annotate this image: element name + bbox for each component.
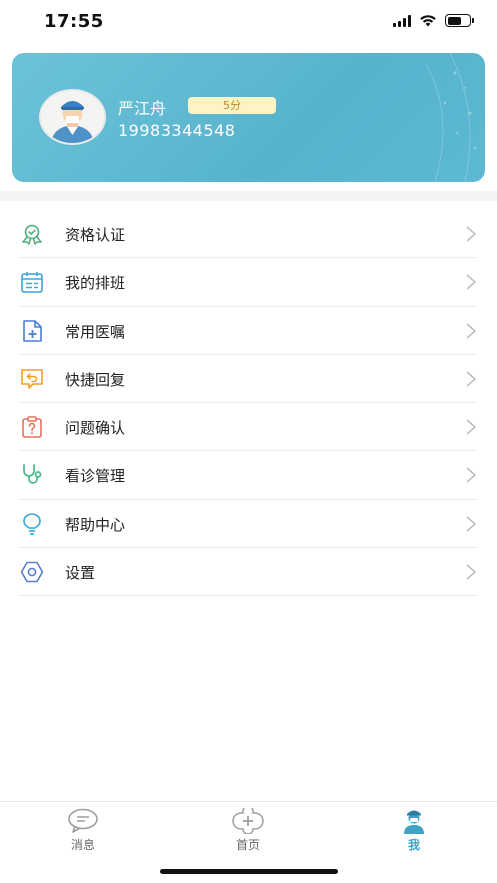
- tab-me[interactable]: 我: [384, 808, 444, 853]
- chevron-right-icon: [466, 467, 477, 484]
- menu-item-label: 常用医嘱: [65, 322, 126, 341]
- menu-item-quick-reply[interactable]: 快捷回复: [0, 355, 497, 404]
- stethoscope-icon: [23, 464, 42, 485]
- calendar-icon: [21, 272, 43, 294]
- chevron-right-icon: [466, 274, 477, 290]
- chevron-right-icon: [466, 226, 477, 242]
- chevron-right-icon: [466, 323, 477, 339]
- reply-message-icon: [21, 369, 43, 389]
- question-clipboard-icon: [22, 416, 42, 438]
- certificate-badge-icon: [22, 224, 42, 245]
- doctor-avatar-icon: [41, 91, 104, 143]
- menu-item-label: 设置: [65, 564, 96, 583]
- menu-item-label: 问题确认: [65, 419, 126, 438]
- hexagon-settings-icon: [20, 561, 44, 583]
- profile-nurse-icon: [404, 810, 424, 834]
- row-divider: [18, 595, 477, 597]
- battery-fill: [447, 16, 461, 25]
- tab-label: 首页: [235, 838, 260, 852]
- lightbulb-icon: [23, 512, 41, 535]
- menu-item-label: 资格认证: [65, 226, 126, 244]
- menu-item-label: 快捷回复: [65, 370, 126, 389]
- user-phone: 19983344548: [118, 121, 236, 140]
- tab-label: 消息: [70, 838, 95, 852]
- chevron-right-icon: [466, 564, 477, 580]
- tab-messages[interactable]: 消息: [53, 808, 113, 853]
- menu-item-my-schedule[interactable]: 我的排班: [0, 258, 497, 307]
- tab-label: 我: [407, 838, 420, 852]
- home-indicator: [160, 869, 338, 874]
- chevron-right-icon: [466, 516, 477, 532]
- menu-list: 资格认证 我的排班 常用医嘱 快捷回复 问题确认 看诊管理 帮助中心 设置: [0, 210, 497, 597]
- menu-item-label: 看诊管理: [65, 467, 126, 486]
- menu-item-common-orders[interactable]: 常用医嘱: [0, 307, 497, 355]
- chevron-right-icon: [466, 419, 477, 435]
- menu-item-settings[interactable]: 设置: [0, 548, 497, 597]
- status-icons: [393, 14, 474, 27]
- cellular-signal-icon: [393, 14, 411, 27]
- battery-icon: [445, 14, 474, 27]
- chevron-right-icon: [466, 371, 477, 387]
- tab-home[interactable]: 首页: [218, 808, 278, 853]
- menu-item-qualification[interactable]: 资格认证: [0, 210, 497, 259]
- menu-item-label: 我的排班: [65, 274, 126, 293]
- section-divider: [0, 191, 497, 201]
- profile-screen: 17:55 严江舟 5分 19983344548 资格认证 我的排班 常用医嘱 …: [0, 0, 497, 883]
- status-bar: 17:55: [0, 0, 497, 44]
- profile-card[interactable]: 严江舟 5分 19983344548: [12, 53, 485, 182]
- menu-item-issue-confirm[interactable]: 问题确认: [0, 403, 497, 452]
- menu-item-consultation-manage[interactable]: 看诊管理: [0, 451, 497, 500]
- menu-item-label: 帮助中心: [65, 515, 126, 534]
- card-decoration: [424, 53, 477, 182]
- message-bubble-icon: [68, 808, 98, 833]
- menu-item-help-center[interactable]: 帮助中心: [0, 500, 497, 549]
- avatar[interactable]: [39, 89, 106, 145]
- user-name: 严江舟: [118, 99, 167, 118]
- wifi-icon: [420, 15, 436, 27]
- document-plus-icon: [23, 319, 42, 342]
- home-cross-icon: [232, 808, 264, 834]
- score-badge: 5分: [188, 97, 276, 114]
- status-time: 17:55: [44, 11, 104, 32]
